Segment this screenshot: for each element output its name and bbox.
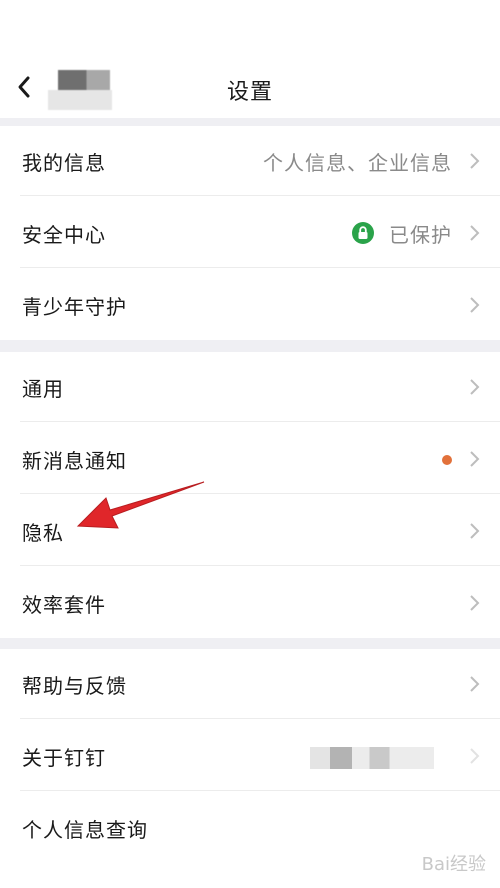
row-divider bbox=[20, 421, 500, 422]
row-divider bbox=[20, 195, 500, 196]
chevron-right-icon bbox=[470, 225, 480, 241]
notification-dot bbox=[442, 455, 452, 465]
row-label: 我的信息 bbox=[22, 150, 106, 175]
section-gap bbox=[0, 340, 500, 352]
row-label: 通用 bbox=[22, 376, 64, 401]
settings-row-general[interactable]: 通用 bbox=[0, 352, 500, 422]
chevron-right-icon bbox=[470, 748, 480, 764]
settings-row-efficiency-suite[interactable]: 效率套件 bbox=[0, 568, 500, 638]
row-label: 新消息通知 bbox=[22, 448, 127, 473]
row-divider bbox=[20, 790, 500, 791]
chevron-right-icon bbox=[470, 676, 480, 692]
settings-row-help-feedback[interactable]: 帮助与反馈 bbox=[0, 649, 500, 719]
row-label: 个人信息查询 bbox=[22, 817, 148, 842]
chevron-right-icon bbox=[470, 595, 480, 611]
watermark: Bai经验 bbox=[421, 854, 486, 875]
section-gap bbox=[0, 637, 500, 649]
settings-row-my-info[interactable]: 我的信息 个人信息、企业信息 bbox=[0, 126, 500, 196]
settings-row-security-center[interactable]: 安全中心 已保护 bbox=[0, 198, 500, 268]
page-title: 设置 bbox=[226, 80, 273, 105]
chevron-right-icon bbox=[470, 297, 480, 313]
row-label: 安全中心 bbox=[22, 222, 106, 247]
settings-row-teen-guard[interactable]: 青少年守护 bbox=[0, 270, 500, 340]
section-gap bbox=[0, 118, 500, 126]
blurred-version-info bbox=[310, 747, 434, 769]
chevron-right-icon bbox=[470, 379, 480, 395]
chevron-right-icon bbox=[470, 153, 480, 169]
chevron-right-icon bbox=[470, 451, 480, 467]
security-status: 已保护 bbox=[389, 222, 452, 247]
row-label: 关于钉钉 bbox=[22, 745, 106, 770]
row-divider bbox=[20, 267, 500, 268]
row-label: 青少年守护 bbox=[22, 294, 127, 319]
row-label: 隐私 bbox=[22, 520, 64, 545]
row-label: 帮助与反馈 bbox=[22, 673, 127, 698]
top-nav-bar: 设置 bbox=[0, 0, 500, 118]
annotation-arrow-icon bbox=[76, 481, 205, 529]
settings-row-about[interactable]: 关于钉钉 bbox=[0, 721, 500, 791]
shield-lock-icon bbox=[352, 222, 374, 244]
row-divider bbox=[20, 718, 500, 719]
row-value: 个人信息、企业信息 bbox=[263, 150, 452, 175]
row-divider bbox=[20, 565, 500, 566]
chevron-right-icon bbox=[470, 523, 480, 539]
row-label: 效率套件 bbox=[22, 592, 106, 617]
